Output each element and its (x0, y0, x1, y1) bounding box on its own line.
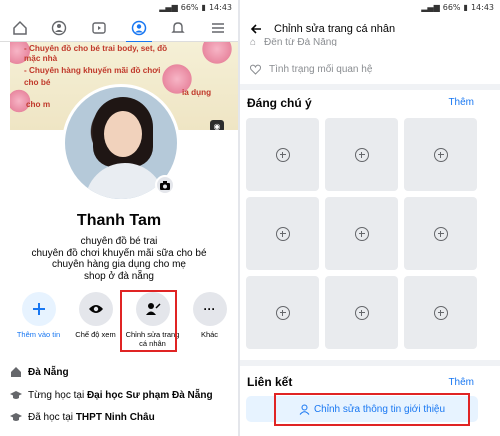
graduation-cap-icon (10, 391, 22, 399)
more-icon: ··· (203, 302, 216, 316)
view-as-label: Chế độ xem (75, 330, 116, 339)
person-icon (299, 404, 310, 415)
section-separator (240, 360, 500, 366)
cover-text-5: ia dụng (182, 88, 212, 97)
plus-circle-icon (354, 147, 369, 162)
section-separator (240, 84, 500, 90)
links-title: Liên kết (247, 375, 293, 389)
hs-school[interactable]: THPT Ninh Châu (76, 412, 155, 423)
video-icon (92, 21, 106, 34)
menu-icon (212, 22, 225, 33)
groups-icon (52, 20, 67, 35)
relationship-label: Tình trạng mối quan hệ (269, 64, 373, 75)
battery-percent: 66% (442, 2, 461, 12)
info-study: Từng học tại Đại học Sư phạm Đà Nẵng (10, 389, 213, 401)
battery-icon: ▮ (201, 2, 206, 12)
add-to-story-label: Thêm vào tin (16, 330, 61, 339)
status-bar: ▂▄▆ 66% ▮ 14:43 (159, 0, 232, 14)
info-highschool: Đã học tại THPT Ninh Châu (10, 411, 155, 423)
profile-icon (131, 20, 147, 35)
avatar-camera-icon[interactable] (155, 175, 175, 195)
hs-prefix: Đã học tại (28, 411, 76, 423)
study-prefix: Từng học tại (28, 389, 87, 401)
battery-percent: 66% (180, 2, 199, 12)
nav-groups[interactable] (44, 15, 74, 41)
bio-line: chuyên đồ bé trai (80, 236, 158, 247)
plus-circle-icon (275, 305, 290, 320)
study-school[interactable]: Đại học Sư phạm Đà Nẵng (87, 390, 213, 401)
info-location: Đà Nẵng (10, 366, 69, 378)
featured-title: Đáng chú ý (247, 96, 312, 110)
featured-add-link[interactable]: Thêm (448, 97, 474, 108)
hometown-item[interactable]: ⌂ Đến từ Đà Nẵng (250, 38, 337, 46)
featured-tile[interactable] (246, 276, 319, 349)
plus-circle-icon (275, 147, 290, 162)
cover-text-6: cho m (26, 100, 51, 109)
plus-circle-icon (275, 226, 290, 241)
home-icon (13, 20, 27, 35)
back-arrow-icon[interactable] (250, 23, 262, 35)
plus-icon (32, 303, 45, 315)
featured-tile[interactable] (325, 276, 398, 349)
cover-text-2: mặc nhà (24, 54, 58, 63)
view-as-button[interactable]: Chế độ xem (67, 292, 124, 348)
highlight-box (120, 290, 177, 352)
featured-tile[interactable] (325, 197, 398, 270)
nav-notifications[interactable] (163, 15, 193, 41)
clock: 14:43 (470, 2, 494, 12)
featured-tile[interactable] (404, 118, 477, 191)
featured-tile[interactable] (246, 197, 319, 270)
more-label: Khác (200, 330, 219, 339)
cover-camera-icon[interactable]: ◉ (210, 120, 224, 130)
plus-circle-icon (433, 147, 448, 162)
profile-name: Thanh Tam (76, 212, 162, 229)
links-add-link[interactable]: Thêm (448, 377, 474, 388)
relationship-item[interactable]: Tình trạng mối quan hệ (250, 64, 372, 75)
plus-circle-icon (354, 226, 369, 241)
battery-icon: ▮ (463, 2, 468, 12)
eye-icon (88, 305, 103, 313)
nav-home[interactable] (5, 15, 35, 41)
plus-circle-icon (433, 305, 448, 320)
add-to-story-button[interactable]: Thêm vào tin (10, 292, 67, 348)
bio-line: chuyên hàng gia dụng cho mẹ (52, 259, 186, 270)
nav-profile[interactable] (124, 15, 154, 43)
location-pin-icon: ⌂ (250, 38, 257, 46)
cover-text-4: cho bé (24, 78, 51, 87)
bell-icon (171, 21, 186, 33)
featured-tile[interactable] (325, 118, 398, 191)
featured-tile[interactable] (404, 197, 477, 270)
page-title: Chỉnh sửa trang cá nhân (274, 23, 396, 35)
featured-tile[interactable] (246, 118, 319, 191)
graduation-cap-icon (10, 413, 22, 421)
clock: 14:43 (208, 2, 232, 12)
plus-circle-icon (354, 305, 369, 320)
cover-text-3: - Chuyên hàng khuyến mãi đồ chơi (24, 66, 161, 75)
location-text: Đà Nẵng (28, 366, 69, 378)
bio-line: shop ở đà nẵng (84, 270, 154, 282)
signal-icon: ▂▄▆ (159, 2, 178, 12)
profile-pane: ▂▄▆ 66% ▮ 14:43 - Chuyên đồ cho bé trai … (0, 0, 238, 436)
edit-profile-pane: ▂▄▆ 66% ▮ 14:43 Chỉnh sửa trang cá nhân … (240, 0, 500, 436)
signal-icon: ▂▄▆ (421, 2, 440, 12)
home-icon (11, 367, 21, 377)
nav-menu[interactable] (203, 15, 233, 41)
edit-intro-button[interactable]: Chỉnh sửa thông tin giới thiệu (274, 393, 470, 426)
edit-intro-label: Chỉnh sửa thông tin giới thiệu (313, 404, 446, 415)
plus-circle-icon (433, 226, 448, 241)
featured-grid (246, 118, 478, 349)
cover-text-1: - Chuyên đồ cho bé trai body, set, đồ (24, 44, 168, 53)
profile-bio: chuyên đồ bé trai chuyên đồ chơi khuyến … (0, 236, 238, 282)
top-nav (0, 14, 238, 43)
status-bar: ▂▄▆ 66% ▮ 14:43 (421, 0, 494, 14)
featured-tile[interactable] (404, 276, 477, 349)
hometown-label: Đến từ Đà Nẵng (264, 38, 337, 46)
nav-watch[interactable] (84, 15, 114, 41)
heart-link-icon (250, 64, 261, 75)
bio-line: chuyên đồ chơi khuyến mãi sữa cho bé (31, 247, 207, 259)
more-button[interactable]: ··· Khác (181, 292, 238, 348)
